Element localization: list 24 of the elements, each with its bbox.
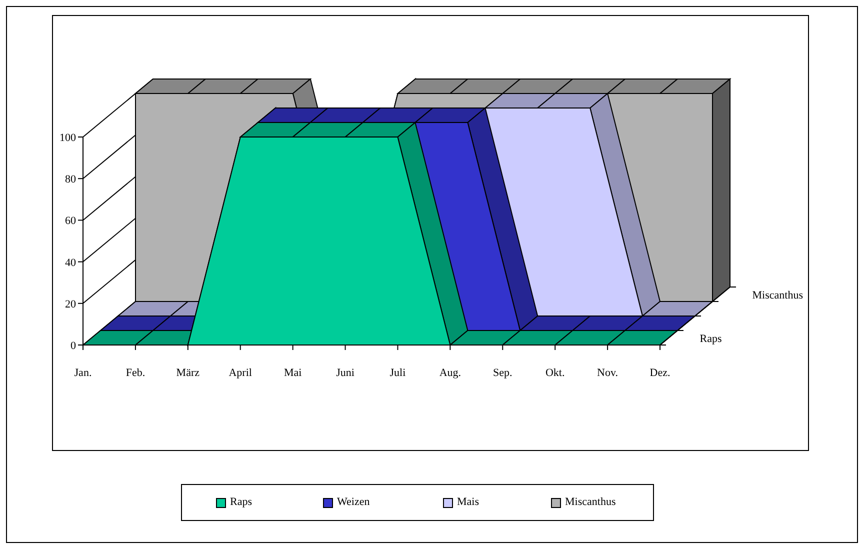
x-tick-label: Juli xyxy=(390,367,406,379)
y-tick-label: 80 xyxy=(65,174,76,186)
y-tick-label: 20 xyxy=(65,298,76,310)
x-tick-label: Mai xyxy=(284,367,302,379)
x-tick-label: Dez. xyxy=(650,367,670,379)
legend-label: Weizen xyxy=(337,497,370,508)
y-tick-label: 40 xyxy=(65,256,76,269)
x-tick-label: März xyxy=(176,367,200,379)
x-tick-label: April xyxy=(228,367,252,379)
x-tick-label: Sep. xyxy=(493,367,512,379)
legend-label: Raps xyxy=(230,497,252,508)
depth-axis-label: Raps xyxy=(700,332,722,345)
legend-label: Mais xyxy=(457,497,479,508)
x-tick-label: Jan. xyxy=(74,367,92,379)
x-tick-label: Okt. xyxy=(545,367,565,379)
x-tick-label: Juni xyxy=(336,367,354,379)
depth-axis-label: Miscanthus xyxy=(752,289,803,302)
x-tick-label: Feb. xyxy=(126,367,146,379)
x-tick-label: Aug. xyxy=(439,367,462,379)
y-tick-label: 60 xyxy=(65,215,76,228)
x-tick-label: Nov. xyxy=(597,367,618,379)
legend-label: Miscanthus xyxy=(565,497,616,508)
y-tick-label: 100 xyxy=(60,132,76,144)
y-tick-label: 0 xyxy=(70,340,76,352)
